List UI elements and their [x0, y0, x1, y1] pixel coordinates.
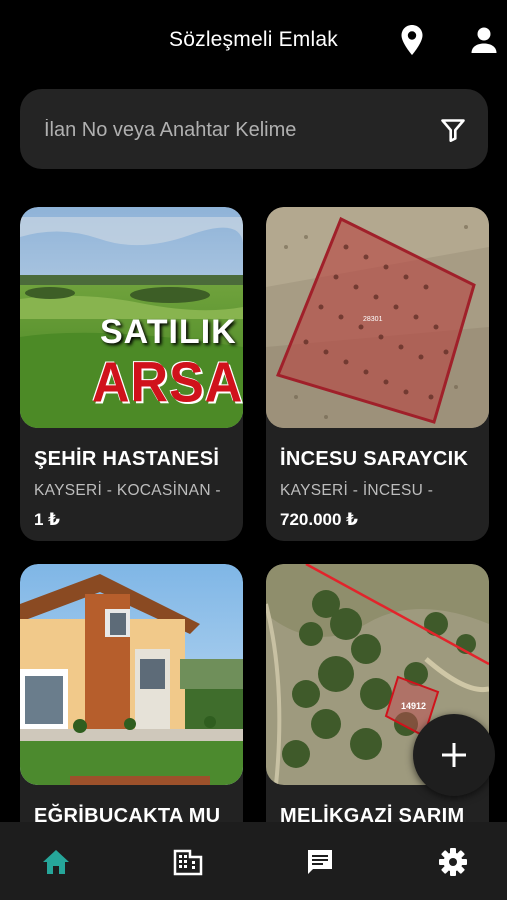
home-icon [43, 850, 69, 874]
listing-title: İNCESU SARAYCIK [280, 448, 469, 470]
bottom-navigation [0, 822, 507, 900]
app-title: Sözleşmeli Emlak [169, 28, 338, 51]
listing-location: KAYSERİ - İNCESU - [280, 482, 434, 499]
parcel-label: 14912 [401, 701, 427, 711]
listing-card[interactable]: SATILIK ARSA ŞEHİR HASTANESİ KAYSERİ - K… [20, 207, 243, 541]
sale-text: SATILIK [100, 313, 237, 351]
listing-image: SATILIK ARSA [20, 207, 243, 428]
building-icon [173, 849, 203, 876]
location-button[interactable] [396, 22, 428, 58]
person-icon [471, 27, 497, 53]
listing-image: 28301 [266, 207, 489, 428]
nav-settings[interactable] [435, 844, 471, 880]
listing-title: ŞEHİR HASTANESİ [34, 448, 220, 470]
parcel-label: 28301 [363, 316, 383, 323]
plus-icon [442, 743, 466, 767]
filter-icon [441, 119, 465, 142]
add-listing-button[interactable] [413, 714, 495, 796]
settings-icon [439, 848, 467, 876]
nav-messages[interactable] [302, 844, 338, 880]
listing-card[interactable]: EĞRİBUCAKTA MU [20, 564, 243, 864]
location-pin-icon [401, 25, 423, 55]
search-bar [20, 89, 488, 171]
search-input[interactable] [42, 89, 416, 171]
message-icon [308, 850, 332, 874]
listing-image [20, 564, 243, 785]
listing-price: 1 ₺ [34, 510, 61, 529]
profile-button[interactable] [468, 22, 500, 58]
listing-card[interactable]: 28301 İNCESU SARAYCIK KAYSERİ - İNCESU -… [266, 207, 489, 541]
nav-home[interactable] [38, 844, 74, 880]
filter-button[interactable] [438, 116, 468, 144]
land-text: ARSA [92, 351, 243, 415]
listing-price: 720.000 ₺ [280, 510, 359, 529]
top-bar: Sözleşmeli Emlak [0, 0, 507, 82]
nav-properties[interactable] [170, 844, 206, 880]
listing-location: KAYSERİ - KOCASİNAN - [34, 482, 221, 499]
